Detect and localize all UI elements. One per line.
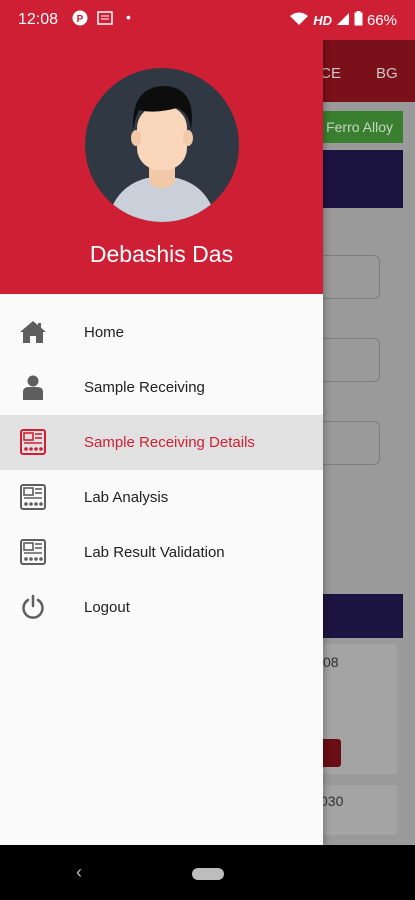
status-bar: 12:08 P • HD 66% xyxy=(0,0,415,40)
home-pill-icon[interactable] xyxy=(192,868,224,880)
menu-item-label: Sample Receiving xyxy=(84,379,205,396)
menu-item-sample-receiving-details[interactable]: Sample Receiving Details xyxy=(0,415,323,470)
menu-item-lab-result-validation[interactable]: Lab Result Validation xyxy=(0,525,323,580)
signal-icon xyxy=(336,12,350,30)
lab-machine-icon xyxy=(19,538,47,566)
notification-app-icon: P xyxy=(72,10,88,29)
menu-item-sample-receiving[interactable]: Sample Receiving xyxy=(0,360,323,415)
background-tab-2: BG xyxy=(376,65,398,82)
menu-item-logout[interactable]: Logout xyxy=(0,580,323,635)
battery-percent: 66% xyxy=(366,12,397,29)
menu-item-label: Sample Receiving Details xyxy=(84,434,255,451)
background-number-1: 08 xyxy=(323,654,339,670)
wifi-icon xyxy=(289,12,309,30)
status-right: HD 66% xyxy=(289,11,397,30)
user-icon xyxy=(19,373,47,401)
system-nav-bar: ‹ xyxy=(0,845,415,900)
menu-item-home[interactable]: Home xyxy=(0,305,323,360)
menu-item-label: Home xyxy=(84,324,125,341)
background-number-2: 030 xyxy=(320,793,344,809)
navigation-drawer: Debashis Das Home Sample Receiving Sampl… xyxy=(0,40,323,845)
menu-item-label: Lab Analysis xyxy=(84,489,169,506)
notification-news-icon xyxy=(97,10,113,29)
lab-machine-icon xyxy=(19,483,47,511)
svg-text:P: P xyxy=(77,14,84,25)
notification-dot-icon: • xyxy=(126,9,131,25)
status-time: 12:08 xyxy=(18,11,59,28)
lab-machine-icon xyxy=(19,428,47,456)
menu-item-label: Logout xyxy=(84,599,130,616)
network-type: HD xyxy=(313,13,332,28)
battery-icon xyxy=(354,11,363,30)
drawer-header: Debashis Das xyxy=(0,40,323,294)
drawer-menu: Home Sample Receiving Sample Receiving D… xyxy=(0,305,323,635)
home-icon xyxy=(19,318,47,346)
avatar xyxy=(85,68,239,222)
menu-item-lab-analysis[interactable]: Lab Analysis xyxy=(0,470,323,525)
power-icon xyxy=(19,593,47,621)
user-name: Debashis Das xyxy=(89,241,234,267)
menu-item-label: Lab Result Validation xyxy=(84,544,225,561)
back-icon[interactable]: ‹ xyxy=(76,862,82,883)
